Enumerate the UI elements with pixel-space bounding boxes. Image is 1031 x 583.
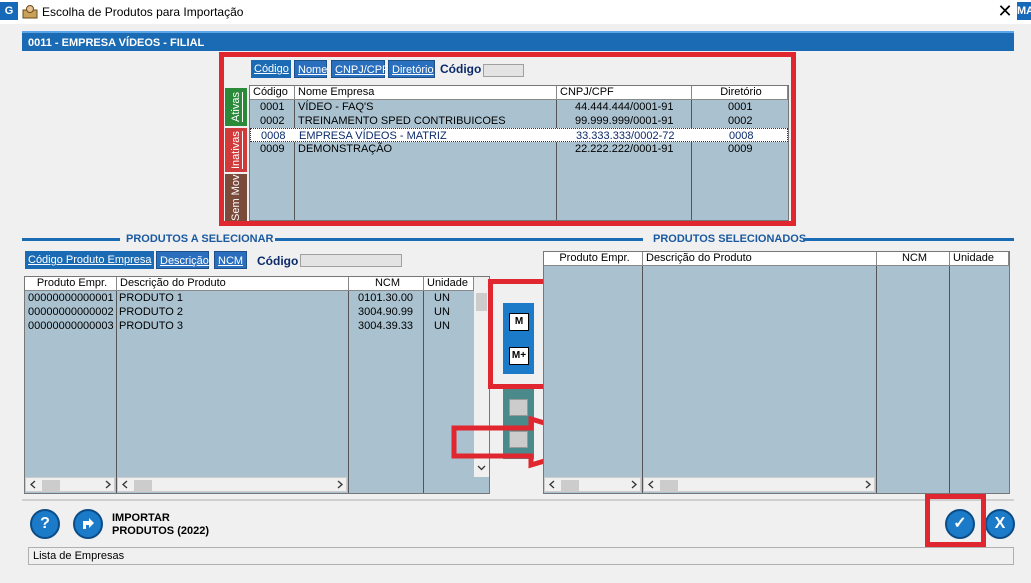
import-button[interactable] xyxy=(73,509,103,539)
product-tabs: Código Produto Empresa Descrição NCM Cód… xyxy=(25,251,495,271)
chevron-right-icon[interactable] xyxy=(104,480,112,489)
col-header-produto[interactable]: Produto Empr. xyxy=(25,277,117,290)
footer-divider xyxy=(22,499,1014,501)
company-header: 0011 - EMPRESA VÍDEOS - FILIAL xyxy=(22,31,1014,51)
cell-produto: 00000000000003 xyxy=(28,320,114,332)
col-header-ncm[interactable]: NCM xyxy=(349,277,424,290)
import-icon xyxy=(83,518,94,529)
left-edge-label: G xyxy=(0,2,18,20)
col-divider xyxy=(642,252,643,493)
scroll-thumb[interactable] xyxy=(561,480,579,491)
cell-descricao: PRODUTO 2 xyxy=(119,306,183,318)
table-row[interactable]: 00000000000002 PRODUTO 2 3004.90.99 UN xyxy=(25,305,474,319)
chevron-left-icon[interactable] xyxy=(647,480,655,489)
chevron-left-icon[interactable] xyxy=(548,480,556,489)
products-to-select-grid: Produto Empr. Descrição do Produto NCM U… xyxy=(24,276,490,494)
app-icon xyxy=(22,5,38,19)
col-header-descricao[interactable]: Descrição do Produto xyxy=(643,252,877,265)
table-row[interactable]: 00000000000001 PRODUTO 1 0101.30.00 UN xyxy=(25,291,474,305)
cell-descricao: PRODUTO 1 xyxy=(119,292,183,304)
cancel-button[interactable]: X xyxy=(985,509,1015,539)
section-line xyxy=(803,238,1014,241)
table-row[interactable]: 00000000000003 PRODUTO 3 3004.39.33 UN xyxy=(25,319,474,333)
horizontal-scrollbar[interactable] xyxy=(117,477,347,492)
import-label-line1: IMPORTAR xyxy=(112,512,170,524)
horizontal-scrollbar[interactable] xyxy=(25,477,115,492)
import-label-line2: PRODUTOS (2022) xyxy=(112,525,209,537)
help-button[interactable]: ? xyxy=(30,509,60,539)
annotation-box-transfer xyxy=(488,279,551,389)
close-icon[interactable]: ✕ xyxy=(997,2,1013,20)
cell-unidade: UN xyxy=(434,306,450,318)
chevron-left-icon[interactable] xyxy=(29,480,37,489)
cell-ncm: 3004.90.99 xyxy=(358,306,414,318)
scroll-thumb[interactable] xyxy=(134,480,152,491)
selected-grid-header: Produto Empr. Descrição do Produto NCM U… xyxy=(544,252,1009,266)
annotation-box-companies xyxy=(219,52,796,226)
status-bar: Lista de Empresas xyxy=(28,547,1014,565)
chevron-right-icon[interactable] xyxy=(630,480,638,489)
scroll-thumb[interactable] xyxy=(660,480,678,491)
tab-ncm[interactable]: NCM xyxy=(214,251,247,269)
cell-unidade: UN xyxy=(434,292,450,304)
horizontal-scrollbar[interactable] xyxy=(643,477,875,492)
chevron-left-icon[interactable] xyxy=(121,480,129,489)
right-edge-label: MA xyxy=(1017,2,1031,20)
products-selected-grid: Produto Empr. Descrição do Produto NCM U… xyxy=(543,251,1010,494)
col-header-unidade[interactable]: Unidade xyxy=(950,252,1009,265)
title-bar: G Escolha de Produtos para Importação ✕ … xyxy=(0,0,1031,24)
col-header-unidade[interactable]: Unidade xyxy=(424,277,474,290)
chevron-right-icon[interactable] xyxy=(336,480,344,489)
cell-ncm: 3004.39.33 xyxy=(358,320,414,332)
col-header-produto[interactable]: Produto Empr. xyxy=(544,252,643,265)
cell-produto: 00000000000001 xyxy=(28,292,114,304)
horizontal-scrollbar[interactable] xyxy=(544,477,641,492)
scroll-thumb[interactable] xyxy=(42,480,60,491)
section-line xyxy=(22,238,120,241)
col-header-ncm[interactable]: NCM xyxy=(877,252,950,265)
chevron-right-icon[interactable] xyxy=(864,480,872,489)
product-search-input[interactable] xyxy=(300,254,402,267)
products-grid-header: Produto Empr. Descrição do Produto NCM U… xyxy=(25,277,474,291)
col-divider xyxy=(949,252,950,493)
cell-ncm: 0101.30.00 xyxy=(358,292,414,304)
section-line xyxy=(275,238,643,241)
unmark-button[interactable] xyxy=(509,399,528,416)
section-title-selected: PRODUTOS SELECIONADOS xyxy=(653,233,807,245)
import-label: IMPORTAR PRODUTOS (2022) xyxy=(112,512,209,538)
annotation-box-confirm xyxy=(925,494,986,547)
tab-descricao[interactable]: Descrição xyxy=(156,251,209,269)
section-title-to-select: PRODUTOS A SELECIONAR xyxy=(126,233,274,245)
col-divider xyxy=(876,252,877,493)
tab-codigo-produto[interactable]: Código Produto Empresa xyxy=(25,251,154,269)
cell-descricao: PRODUTO 3 xyxy=(119,320,183,332)
cell-unidade: UN xyxy=(434,320,450,332)
window-title: Escolha de Produtos para Importação xyxy=(42,5,244,19)
scroll-thumb[interactable] xyxy=(476,293,487,311)
product-search-label: Código xyxy=(257,254,299,268)
col-header-descricao[interactable]: Descrição do Produto xyxy=(117,277,349,290)
cell-produto: 00000000000002 xyxy=(28,306,114,318)
